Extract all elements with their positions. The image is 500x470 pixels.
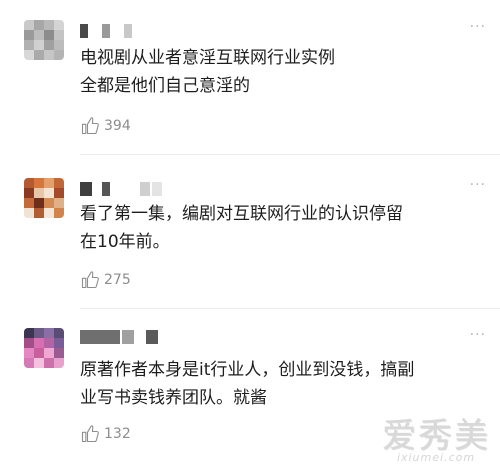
comment-text-line: 在10年前。: [80, 232, 170, 252]
more-icon: ···: [469, 177, 486, 193]
like-count: 394: [104, 118, 131, 134]
comment-text: 看了第一集，编剧对互联网行业的认识停留 在10年前。: [80, 200, 472, 256]
comment-text-line: 全都是他们自己意淫的: [80, 76, 250, 96]
comment-list: ··· 电视剧从业者意淫互联网行业实例 全都是他们自己意淫的 394 ··· 看…: [0, 0, 500, 470]
divider: [80, 154, 500, 155]
like-button[interactable]: 132: [80, 424, 131, 444]
thumbs-up-icon: [81, 271, 99, 289]
like-count: 132: [104, 426, 131, 442]
comment-text-line: 看了第一集，编剧对互联网行业的认识停留: [80, 204, 403, 224]
thumbs-up-icon: [81, 117, 99, 135]
divider: [80, 308, 500, 309]
avatar[interactable]: [24, 328, 64, 368]
like-button[interactable]: 394: [80, 116, 131, 136]
watermark-text: 爱秀美: [382, 416, 490, 456]
thumbs-up-icon: [81, 425, 99, 443]
more-options[interactable]: ···: [470, 178, 486, 192]
comment-text-line: 原著作者本身是it行业人，创业到没钱，搞副: [80, 360, 415, 380]
more-options[interactable]: ···: [470, 328, 486, 342]
comment-text: 电视剧从业者意淫互联网行业实例 全都是他们自己意淫的: [80, 44, 472, 100]
avatar[interactable]: [24, 178, 64, 218]
more-icon: ···: [469, 19, 486, 35]
more-options[interactable]: ···: [470, 20, 486, 34]
watermark-logo: 爱秀美 ixiumei.com: [382, 408, 490, 464]
watermark-url: ixiumei.com: [396, 451, 476, 464]
like-count: 275: [104, 272, 131, 288]
username-blurred[interactable]: [80, 22, 132, 40]
like-button[interactable]: 275: [80, 270, 131, 290]
comment-text: 原著作者本身是it行业人，创业到没钱，搞副 业写书卖钱养团队。就酱: [80, 356, 472, 412]
comment-item: ··· 电视剧从业者意淫互联网行业实例 全都是他们自己意淫的 394: [0, 20, 500, 150]
more-icon: ···: [469, 327, 486, 343]
comment-text-line: 电视剧从业者意淫互联网行业实例: [80, 48, 335, 68]
username-blurred[interactable]: [80, 180, 162, 198]
comment-item: ··· 看了第一集，编剧对互联网行业的认识停留 在10年前。 275: [0, 178, 500, 303]
avatar[interactable]: [24, 20, 64, 60]
username-blurred[interactable]: [80, 328, 158, 346]
